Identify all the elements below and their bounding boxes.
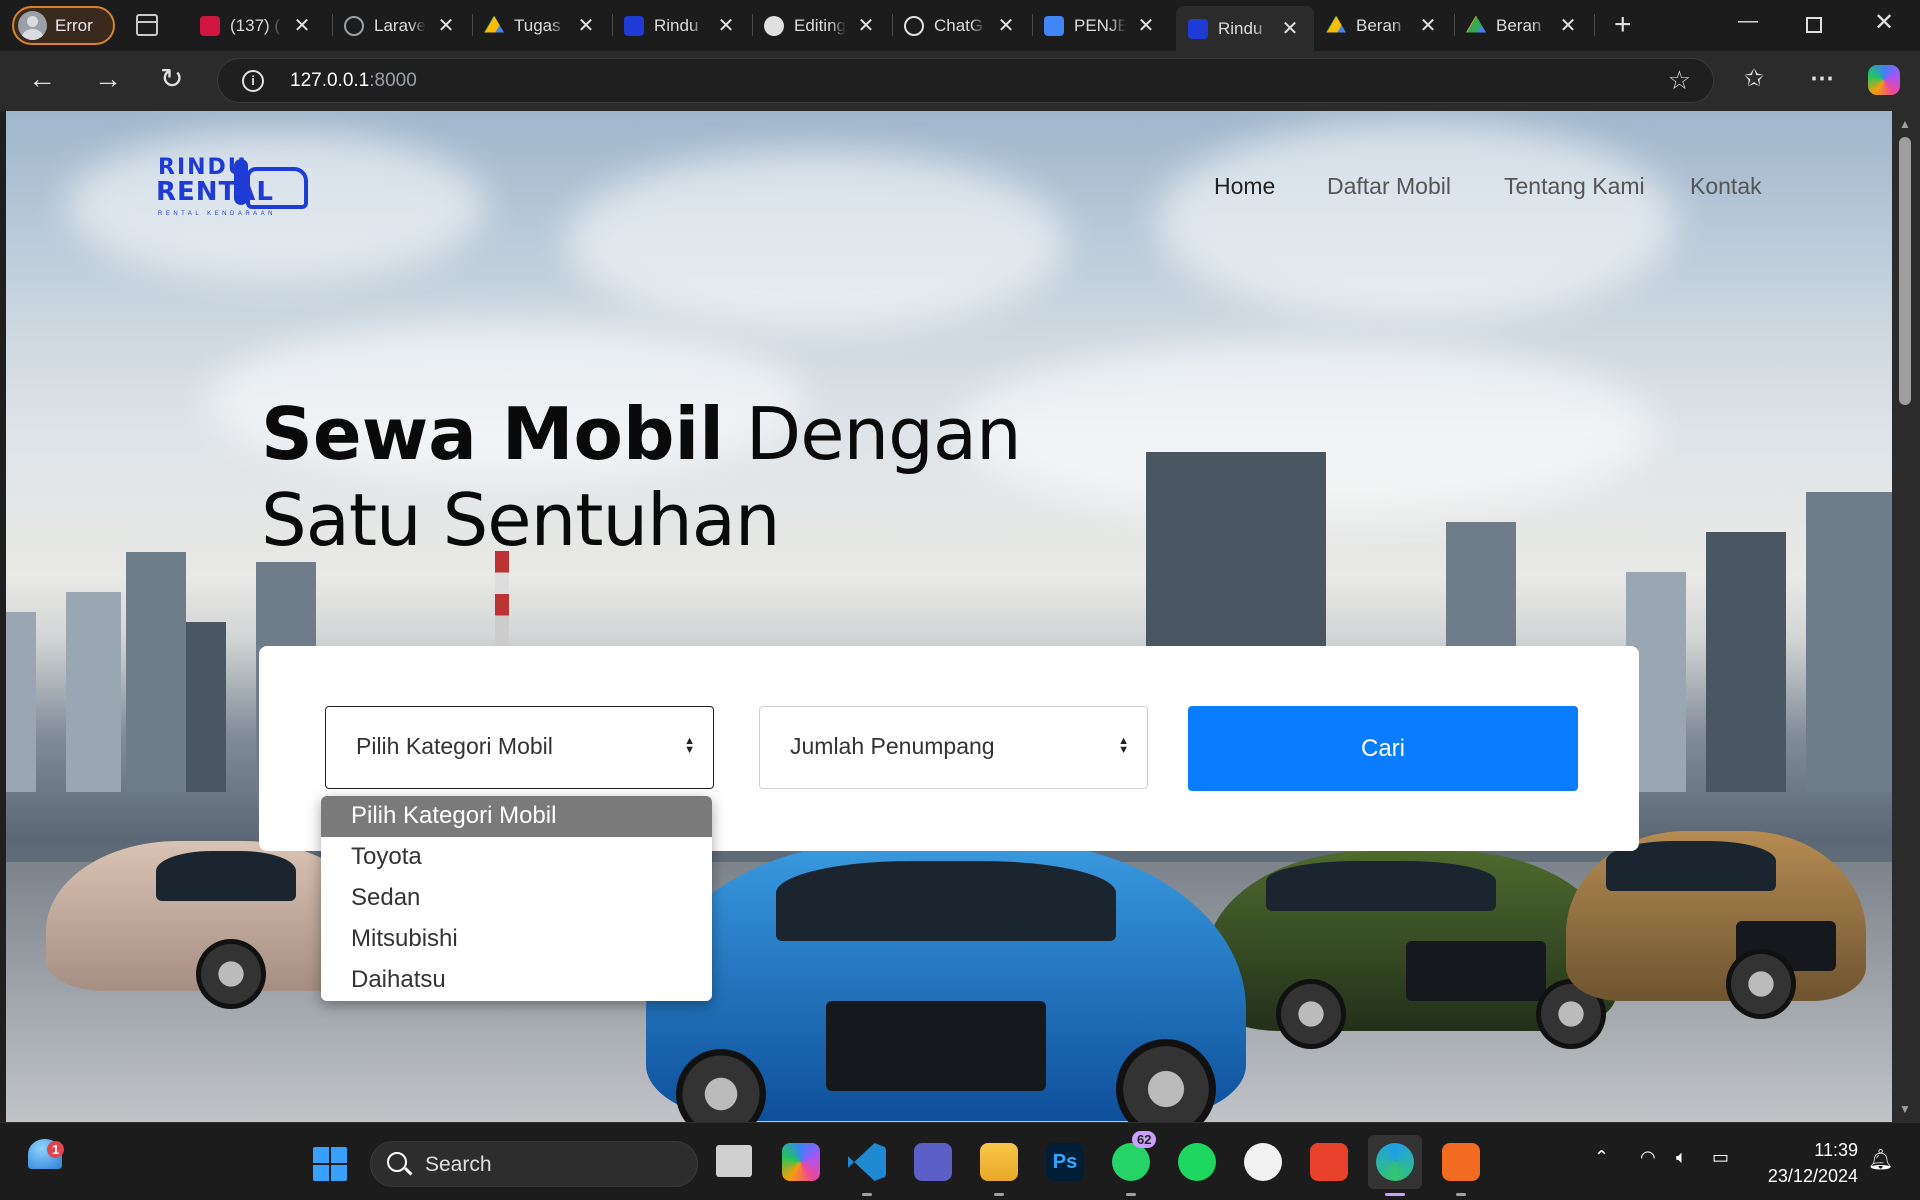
minimize-icon[interactable]: — (1738, 10, 1758, 33)
restore-icon[interactable] (1806, 17, 1822, 33)
tab-rindu-1[interactable]: Rindu ✕ (624, 6, 736, 45)
close-tab-icon[interactable]: ✕ (996, 13, 1016, 38)
task-view-icon[interactable] (716, 1145, 752, 1177)
photoshop-icon[interactable]: Ps (1046, 1143, 1084, 1181)
tab-tugas[interactable]: Tugas ✕ (484, 6, 596, 45)
option-daihatsu[interactable]: Daihatsu (321, 960, 712, 1001)
drive-icon (1466, 15, 1486, 33)
browser-toolbar: ← → ↻ i 127.0.0.1:8000 ☆ ✩ ⋯ (0, 51, 1920, 111)
car-green (1206, 851, 1616, 1049)
site-logo[interactable]: RINDU RENTAL RENTAL KENDARAAN (150, 155, 320, 227)
tab-laravel[interactable]: Larave ✕ (344, 6, 456, 45)
scroll-up-icon[interactable]: ▲ (1899, 117, 1911, 131)
close-tab-icon[interactable]: ✕ (856, 13, 876, 38)
avatar-icon (18, 11, 47, 40)
close-tab-icon[interactable]: ✕ (1136, 13, 1156, 38)
tab-strip: Error (137) ( ✕ Larave ✕ Tugas ✕ Rindu ✕ Ed… (0, 0, 1920, 51)
close-window-icon[interactable]: ✕ (1874, 8, 1894, 37)
drive-icon (1326, 15, 1346, 33)
github-icon (764, 15, 784, 36)
notification-bell-icon[interactable]: 🔔︎ (1868, 1147, 1893, 1172)
nav-home[interactable]: Home (1214, 173, 1275, 200)
scroll-thumb[interactable] (1899, 137, 1911, 405)
option-default[interactable]: Pilih Kategori Mobil (321, 796, 712, 837)
option-toyota[interactable]: Toyota (321, 837, 712, 878)
url-text[interactable]: 127.0.0.1:8000 (290, 70, 417, 92)
xampp-icon[interactable] (1442, 1143, 1480, 1181)
copilot-taskbar-icon[interactable] (782, 1143, 820, 1181)
youtube-icon (200, 15, 220, 36)
nav-tentang-kami[interactable]: Tentang Kami (1504, 173, 1645, 200)
tab-github[interactable]: Editing ✕ (764, 6, 876, 45)
site-info-icon[interactable]: i (242, 70, 264, 92)
drive-icon (484, 15, 504, 33)
tray-chevron-icon[interactable]: ⌃ (1594, 1147, 1609, 1168)
search-icon (387, 1152, 407, 1172)
wifi-icon[interactable]: ◠ (1640, 1147, 1656, 1168)
new-tab-icon[interactable]: + (1614, 10, 1632, 40)
taskbar-search[interactable]: Search (370, 1141, 698, 1187)
close-tab-icon[interactable]: ✕ (576, 13, 596, 38)
spotify-icon[interactable] (1178, 1143, 1216, 1181)
nav-daftar-mobil[interactable]: Daftar Mobil (1327, 173, 1451, 200)
app-icon[interactable] (1244, 1143, 1282, 1181)
close-tab-icon[interactable]: ✕ (436, 13, 456, 38)
close-tab-icon[interactable]: ✕ (292, 13, 312, 38)
wps-icon[interactable] (1310, 1143, 1348, 1181)
car-gold (1566, 831, 1866, 1019)
favorites-icon[interactable]: ✩ (1744, 64, 1764, 93)
option-mitsubishi[interactable]: Mitsubishi (321, 919, 712, 960)
file-explorer-icon[interactable] (980, 1143, 1018, 1181)
tab-beranda-2[interactable]: Beran ✕ (1466, 6, 1578, 45)
back-icon[interactable]: ← (28, 63, 56, 95)
tab-chatgpt[interactable]: ChatG ✕ (904, 6, 1016, 45)
tab-beranda-1[interactable]: Beran ✕ (1326, 6, 1438, 45)
address-bar[interactable]: i 127.0.0.1:8000 ☆ (217, 58, 1714, 103)
chatgpt-icon (904, 15, 924, 36)
copilot-icon[interactable] (1868, 65, 1900, 95)
search-button[interactable]: Cari (1188, 706, 1578, 791)
scroll-down-icon[interactable]: ▼ (1899, 1102, 1911, 1116)
favorite-star-icon[interactable]: ☆ (1668, 65, 1691, 96)
select-caret-icon: ▲ ▼ (684, 735, 695, 756)
close-tab-icon[interactable]: ✕ (1558, 13, 1578, 38)
whatsapp-badge: 62 (1132, 1131, 1157, 1148)
car-blue (646, 841, 1246, 1122)
globe-icon (344, 15, 364, 36)
forward-icon[interactable]: → (94, 63, 122, 95)
reload-icon[interactable]: ↻ (160, 63, 183, 95)
vscode-icon[interactable] (848, 1143, 886, 1181)
close-tab-icon[interactable]: ✕ (1418, 13, 1438, 38)
docs-icon (1044, 15, 1064, 36)
profile-button[interactable]: Error (12, 6, 115, 45)
rindu-logo-icon (1188, 18, 1208, 39)
page-scrollbar[interactable]: ▲ ▼ (1892, 111, 1920, 1122)
hero-title: Sewa Mobil Dengan Satu Sentuhan (261, 392, 1022, 562)
close-tab-icon[interactable]: ✕ (1280, 16, 1300, 41)
whatsapp-icon[interactable] (1112, 1143, 1150, 1181)
start-icon[interactable] (313, 1147, 347, 1181)
tab-rindu-active[interactable]: Rindu ✕ (1176, 6, 1314, 51)
select-caret-icon: ▲ ▼ (1118, 735, 1129, 756)
close-tab-icon[interactable]: ✕ (716, 13, 736, 38)
category-select[interactable]: Pilih Kategori Mobil ▲ ▼ (325, 706, 714, 789)
passenger-select[interactable]: Jumlah Penumpang ▲ ▼ (759, 706, 1148, 789)
teams-icon[interactable] (914, 1143, 952, 1181)
battery-icon[interactable]: ▭ (1712, 1147, 1729, 1168)
tab-actions-icon[interactable] (136, 14, 158, 36)
edge-icon[interactable] (1376, 1143, 1414, 1181)
tab-youtube[interactable]: (137) ( ✕ (200, 6, 312, 45)
profile-label: Error (55, 15, 93, 35)
taskbar-clock[interactable]: 11:39 23/12/2024 (1768, 1137, 1858, 1189)
tab-docs[interactable]: PENJE ✕ (1044, 6, 1156, 45)
rindu-logo-icon (624, 15, 644, 36)
page-viewport: RINDU RENTAL RENTAL KENDARAAN Home Dafta… (6, 111, 1892, 1122)
more-menu-icon[interactable]: ⋯ (1810, 64, 1834, 93)
taskbar: 1 Search Ps 62 ⌃ ◠ 🔈︎ ▭ 11:39 23/12/2024… (0, 1122, 1920, 1200)
nav-kontak[interactable]: Kontak (1690, 173, 1762, 200)
volume-icon[interactable]: 🔈︎ (1676, 1147, 1687, 1168)
option-sedan[interactable]: Sedan (321, 878, 712, 919)
category-dropdown: Pilih Kategori Mobil Toyota Sedan Mitsub… (321, 796, 712, 1001)
